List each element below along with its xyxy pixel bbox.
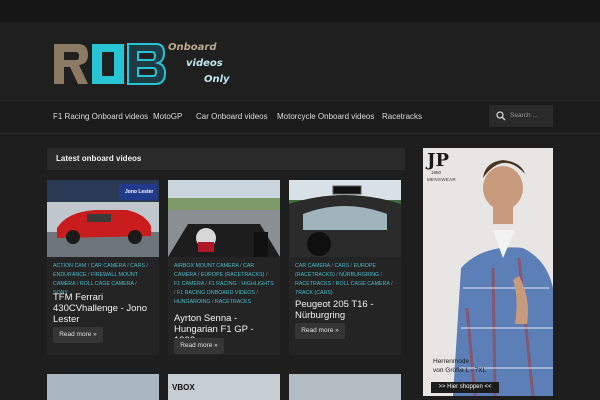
tag-list: CAR CAMERA / CARS / EUROPE (RACETRACKS) … — [295, 263, 393, 296]
tag-link[interactable]: CAR CAMERA — [91, 263, 126, 269]
nav-item-racetracks[interactable]: Racetracks — [382, 112, 422, 121]
tag-link[interactable]: CARS — [130, 263, 145, 269]
nav-item-f1[interactable]: F1 Racing Onboard videos — [53, 112, 148, 121]
video-thumbnail[interactable] — [47, 374, 159, 400]
tag-link[interactable]: ROLL CAGE CAMERA — [336, 281, 390, 287]
ad-headline: Herrenmode — [433, 358, 470, 365]
tag-list: AIRBOX MOUNT CAMERA / CAR CAMERA / EUROP… — [174, 263, 274, 305]
thumbnail-overlay-text: VBOX — [172, 383, 195, 392]
tag-link[interactable]: AIRBOX MOUNT CAMERA — [174, 263, 239, 269]
site-logo[interactable]: Onboard videos Only — [52, 40, 232, 88]
read-more-button[interactable]: Read more » — [53, 327, 103, 343]
tag-link[interactable]: F1 CAMERA — [174, 281, 204, 287]
video-thumbnail[interactable]: Jono Lester — [47, 180, 159, 257]
video-card: AIRBOX MOUNT CAMERA / CAR CAMERA / EUROP… — [168, 180, 280, 355]
tag-link[interactable]: ENDURANCE — [53, 272, 87, 278]
top-bar — [0, 0, 600, 22]
ad-brand-name: MENSWEAR — [427, 177, 456, 182]
nav-item-motorcycle[interactable]: Motorcycle Onboard videos — [277, 112, 374, 121]
ad-subheadline: von Größe L - 7XL — [433, 367, 487, 374]
video-title[interactable]: TFM Ferrari 430CVhallenge - Jono Lester — [53, 292, 155, 325]
logo-line-1: Onboard — [168, 42, 217, 53]
read-more-button[interactable]: Read more » — [295, 323, 345, 339]
tag-link[interactable]: RACETRACKS — [215, 299, 251, 305]
search-input[interactable]: Search ... — [510, 112, 538, 119]
section-title: Latest onboard videos — [56, 154, 142, 163]
tag-link[interactable]: HUNGAROING — [174, 299, 211, 305]
video-card: CAR CAMERA / CARS / EUROPE (RACETRACKS) … — [289, 180, 401, 355]
tag-link[interactable]: CAR CAMERA — [295, 263, 330, 269]
tag-link[interactable]: F1 RACING - HIGHLIGHTS — [208, 281, 273, 287]
senna-thumbnail-image — [168, 180, 280, 257]
ad-brand-year: 1880 — [431, 170, 442, 175]
search-icon — [496, 111, 506, 121]
tag-link[interactable]: RACETRACKS — [295, 281, 331, 287]
nav-item-car[interactable]: Car Onboard videos — [196, 112, 268, 121]
read-more-button[interactable]: Read more » — [174, 338, 224, 354]
site-header: Onboard videos Only — [0, 22, 600, 98]
ad-shop-button[interactable]: >> Hier shoppen << — [431, 382, 499, 393]
tag-link[interactable]: ROLL CAGE CAMERA — [80, 281, 134, 287]
video-thumbnail[interactable]: VBOX — [168, 374, 280, 400]
nav-item-motogp[interactable]: MotoGP — [153, 112, 182, 121]
video-thumbnail[interactable] — [289, 374, 401, 400]
video-card: Jono Lester ACTION CAM / CAR CAMERA / CA… — [47, 180, 159, 355]
video-title[interactable]: Peugeot 205 T16 - Nürburgring — [295, 299, 397, 321]
tag-link[interactable]: TRACK (CARS) — [295, 290, 333, 296]
ad-banner[interactable]: JP 1880 MENSWEAR Herrenmode von Größe L … — [423, 148, 553, 396]
tag-link[interactable]: CARS — [334, 263, 349, 269]
tag-link[interactable]: NÜRBURGRING — [339, 272, 379, 278]
tag-link[interactable]: F1 RACING ONBOARD VIDEOS — [177, 290, 255, 296]
video-thumbnail[interactable] — [289, 180, 401, 257]
logo-line-3: Only — [204, 74, 230, 85]
ad-brand-mark: JP — [427, 150, 450, 171]
section-header: Latest onboard videos — [47, 148, 405, 170]
tag-link[interactable]: ACTION CAM — [53, 263, 86, 269]
peugeot-thumbnail-image — [289, 180, 401, 257]
search-box[interactable]: Search ... — [489, 105, 553, 127]
tag-link[interactable]: EUROPE (RACETRACKS) — [201, 272, 265, 278]
thumbnail-overlay-text: Jono Lester — [125, 189, 154, 195]
video-thumbnail[interactable] — [168, 180, 280, 257]
logo-line-2: videos — [186, 58, 223, 69]
